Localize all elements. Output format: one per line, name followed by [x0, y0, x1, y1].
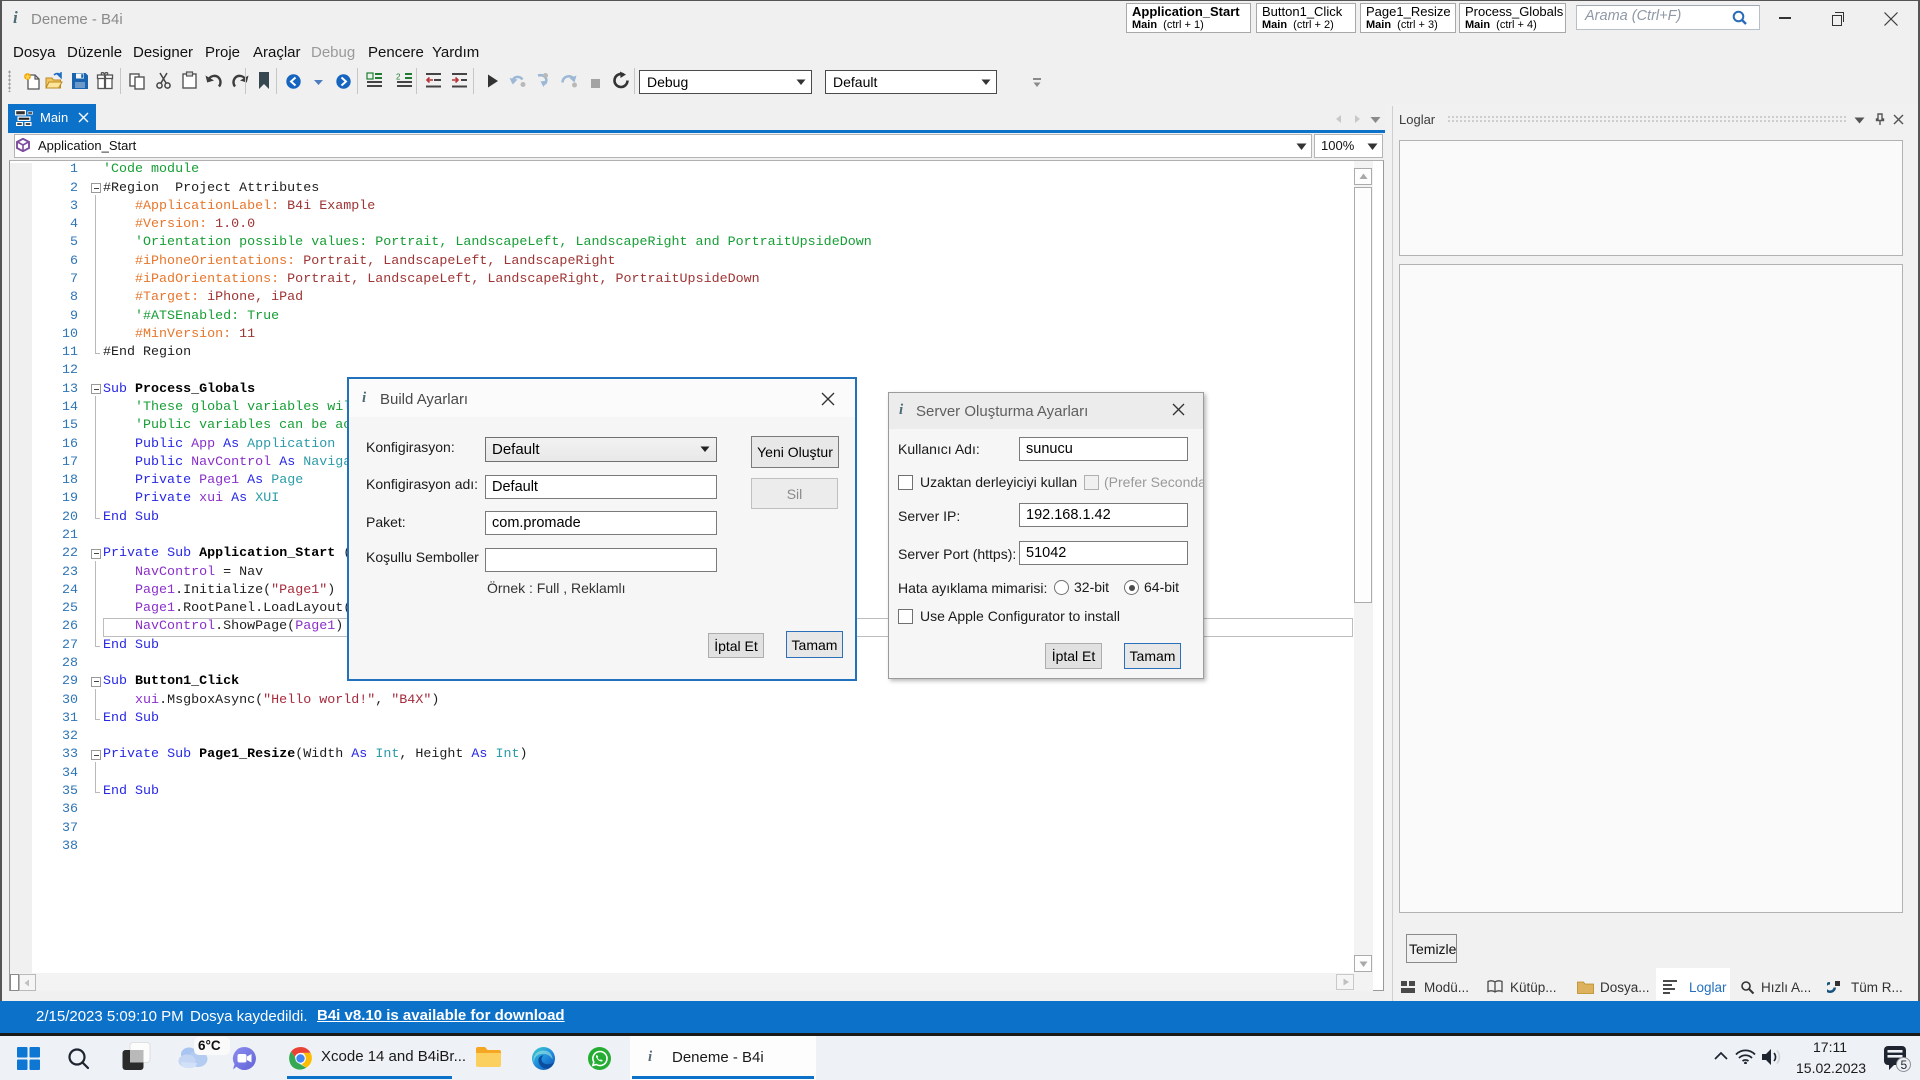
svg-text:2: 2: [396, 73, 401, 82]
svg-text:5: 5: [1901, 1058, 1908, 1072]
